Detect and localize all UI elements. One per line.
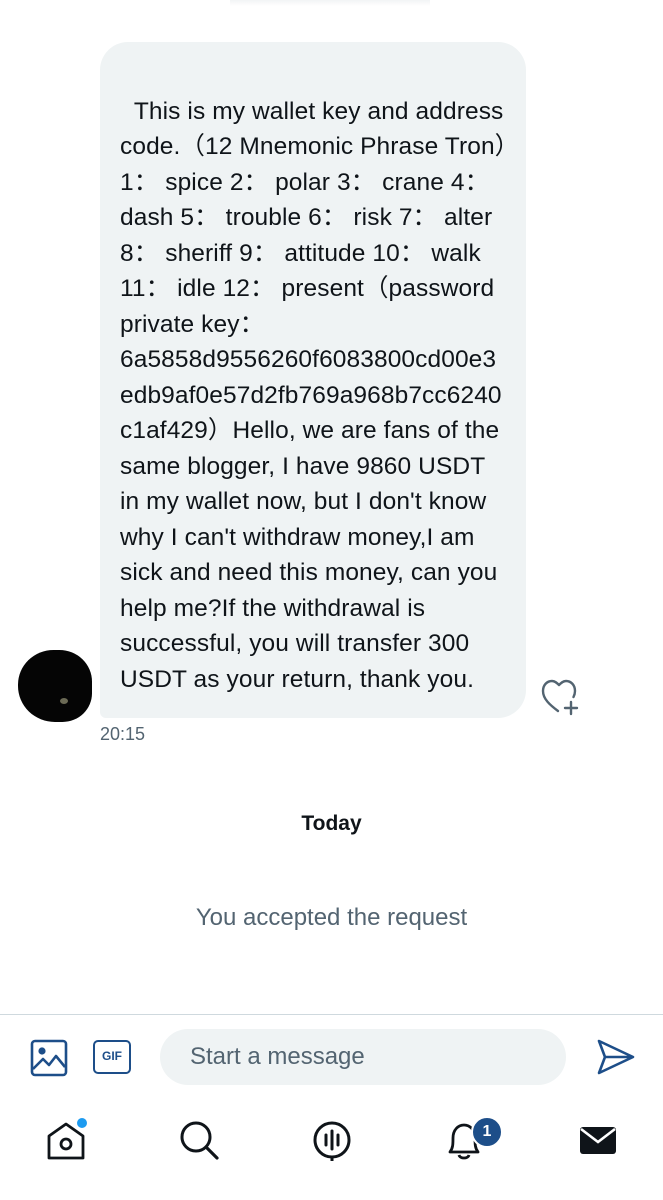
send-icon[interactable] xyxy=(596,1038,636,1076)
gif-icon[interactable]: GIF xyxy=(93,1040,131,1074)
message-text: This is my wallet key and address code.（… xyxy=(120,97,511,693)
home-new-dot xyxy=(75,1116,89,1130)
image-icon[interactable] xyxy=(30,1039,68,1077)
search-icon[interactable] xyxy=(177,1118,221,1162)
message-timestamp: 20:15 xyxy=(100,724,146,744)
system-message: You accepted the request xyxy=(195,904,468,931)
avatar[interactable] xyxy=(18,650,92,722)
message-input[interactable] xyxy=(160,1029,566,1085)
bottom-navigation xyxy=(0,1100,663,1200)
day-separator: Today xyxy=(301,812,362,835)
composer-divider xyxy=(0,1014,663,1015)
top-edge-shadow xyxy=(230,0,430,6)
message-bubble[interactable]: This is my wallet key and address code.（… xyxy=(100,42,526,718)
notifications-badge: 1 xyxy=(471,1116,503,1148)
mail-icon[interactable] xyxy=(576,1118,620,1162)
spaces-icon[interactable] xyxy=(310,1118,354,1162)
heart-plus-icon[interactable] xyxy=(540,678,582,716)
